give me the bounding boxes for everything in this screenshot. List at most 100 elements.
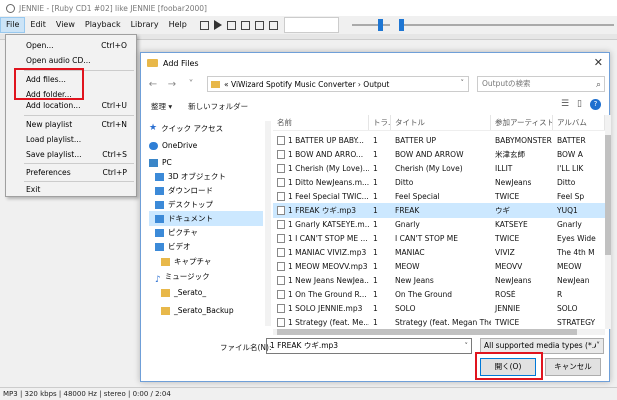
file-row[interactable]: 1 Cherish (My Love)... 1 Cherish (My Love)… xyxy=(273,161,605,176)
play-button[interactable] xyxy=(213,20,222,30)
column-header-album[interactable]: アルバム xyxy=(553,115,605,130)
volume-slider-thumb[interactable] xyxy=(378,19,383,31)
file-artist: BABYMONSTER xyxy=(495,136,552,146)
organize-button[interactable]: 整理 ▾ xyxy=(151,101,172,112)
menu-item-exit[interactable]: Exit xyxy=(7,182,135,197)
file-row[interactable]: 1 Feel Special TWIC... 1 Feel Special TWICE… xyxy=(273,189,605,204)
file-row[interactable]: 1 Ditto NewJeans.m... 1 Ditto NewJeans Ditto xyxy=(273,175,605,190)
pause-button[interactable] xyxy=(226,20,236,30)
nav-item-desktop[interactable]: デスクトップ xyxy=(155,197,263,212)
file-row[interactable]: 1 SOLO JENNIE.mp3 1 SOLO JENNIE SOLO xyxy=(273,301,605,316)
file-row[interactable]: 1 MANIAC VIVIZ.mp3 1 MANIAC VIVIZ The 4th M xyxy=(273,245,605,260)
seek-slider-thumb[interactable] xyxy=(399,19,404,31)
file-track: 1 xyxy=(373,276,378,286)
nav-item-onedrive[interactable]: OneDrive xyxy=(149,138,263,153)
chevron-down-icon[interactable]: ˅ xyxy=(461,79,465,87)
column-header-artist[interactable]: 参加アーティスト xyxy=(491,115,553,130)
address-bar[interactable]: « ViWizard Spotify Music Converter › Out… xyxy=(207,76,469,92)
file-title: New Jeans xyxy=(395,276,434,286)
previous-button[interactable] xyxy=(240,20,250,30)
file-row[interactable]: 1 BATTER UP BABY... 1 BATTER UP BABYMONSTER… xyxy=(273,133,605,148)
playback-order-box[interactable] xyxy=(283,17,339,33)
stop-button[interactable] xyxy=(199,20,209,30)
menu-item-new-playlist[interactable]: New playlist Ctrl+N xyxy=(7,117,135,132)
next-button[interactable] xyxy=(254,20,264,30)
file-album: The 4th M xyxy=(557,248,595,258)
column-header-name[interactable]: 名前 xyxy=(273,115,369,130)
file-name-text: 1 Strategy (feat. Me... xyxy=(288,318,369,328)
file-title: BOW AND ARROW xyxy=(395,150,464,160)
chevron-down-icon[interactable]: ˅ xyxy=(184,79,198,90)
file-name: 1 Feel Special TWIC... xyxy=(273,192,369,202)
menu-item-save-playlist[interactable]: Save playlist... Ctrl+S xyxy=(7,147,135,162)
menu-playback[interactable]: Playback xyxy=(80,17,126,33)
foobar-app-icon xyxy=(6,3,15,13)
nav-item-3d-objects[interactable]: 3D オブジェクト xyxy=(155,169,263,184)
file-row[interactable]: 1 BOW AND ARRO... 1 BOW AND ARROW 米津玄師 BOW A xyxy=(273,147,605,162)
nav-item-music[interactable]: ♪ ミュージック xyxy=(155,269,263,285)
file-row[interactable]: 1 I CAN'T STOP ME ... 1 I CAN'T STOP ME TWI… xyxy=(273,231,605,246)
menu-file[interactable]: File xyxy=(0,17,26,33)
file-list-vertical-scrollbar[interactable] xyxy=(605,115,611,329)
nav-item-serato-backup[interactable]: _Serato_Backup xyxy=(161,303,263,318)
file-row[interactable]: 1 New Jeans NewJea... 1 New Jeans NewJeans N… xyxy=(273,273,605,288)
volume-track[interactable] xyxy=(352,24,390,26)
folder-icon xyxy=(161,306,170,315)
file-list-horizontal-scrollbar[interactable] xyxy=(273,329,605,335)
column-header-title[interactable]: タイトル xyxy=(391,115,491,130)
back-arrow-icon[interactable]: ← xyxy=(146,79,160,90)
nav-item-label: ピクチャ xyxy=(168,228,198,237)
file-title: Ditto xyxy=(395,178,414,188)
file-row[interactable]: 1 MEOW MEOVV.mp3 1 MEOW MEOVV MEOW xyxy=(273,259,605,274)
audio-file-icon xyxy=(277,206,285,216)
navigation-pane: ★ クイック アクセス OneDrive PC 3D オブジェクト ダウンロード … xyxy=(141,121,265,326)
nav-item-videos[interactable]: ビデオ xyxy=(155,239,263,254)
menu-item-open[interactable]: Open... Ctrl+O xyxy=(7,38,135,53)
menu-item-shortcut xyxy=(127,72,135,87)
menu-item-load-playlist[interactable]: Load playlist... xyxy=(7,132,135,147)
nav-item-downloads[interactable]: ダウンロード xyxy=(155,183,263,198)
column-header-track[interactable]: トラ... xyxy=(369,115,391,130)
menu-library[interactable]: Library xyxy=(126,17,164,33)
menu-item-preferences[interactable]: Preferences Ctrl+P xyxy=(7,165,135,180)
preview-pane-icon[interactable]: ▯ xyxy=(577,99,582,110)
file-row[interactable]: 1 FREAK ウギ.mp3 1 FREAK ウギ YUQ1 xyxy=(273,203,605,219)
nav-item-documents[interactable]: ドキュメント xyxy=(149,211,263,226)
random-button[interactable] xyxy=(268,20,278,30)
dialog-titlebar: Add Files xyxy=(141,53,609,73)
nav-item-label: デスクトップ xyxy=(168,200,213,209)
menu-help[interactable]: Help xyxy=(164,17,192,33)
nav-item-quick-access[interactable]: ★ クイック アクセス xyxy=(149,121,263,136)
audio-file-icon xyxy=(277,192,285,202)
menu-edit[interactable]: Edit xyxy=(25,17,51,33)
file-row[interactable]: 1 On The Ground R... 1 On The Ground ROSÉ R xyxy=(273,287,605,302)
view-options-icon[interactable]: ☰ xyxy=(561,99,569,110)
forward-arrow-icon[interactable]: → xyxy=(165,79,179,90)
cancel-button[interactable]: キャンセル xyxy=(545,358,601,376)
nav-item-pictures[interactable]: ピクチャ xyxy=(155,225,263,240)
file-title: Cherish (My Love) xyxy=(395,164,463,174)
nav-item-pc[interactable]: PC xyxy=(149,155,263,170)
new-folder-button[interactable]: 新しいフォルダー xyxy=(188,101,248,112)
file-row[interactable]: 1 Gnarly KATSEYE.m... 1 Gnarly KATSEYE Gnarl… xyxy=(273,217,605,232)
scrollbar-thumb[interactable] xyxy=(277,329,577,335)
scrollbar-thumb[interactable] xyxy=(605,135,611,255)
nav-item-capture[interactable]: キャプチャ xyxy=(161,254,263,269)
menu-view[interactable]: View xyxy=(51,17,80,33)
navigation-scrollbar[interactable] xyxy=(265,121,271,326)
file-track: 1 xyxy=(373,192,378,202)
file-row[interactable]: 1 Strategy (feat. Me... 1 Strategy (feat. … xyxy=(273,315,605,329)
seek-track[interactable] xyxy=(402,24,614,26)
video-icon xyxy=(155,242,164,251)
folder-icon xyxy=(161,288,170,297)
menu-item-shortcut xyxy=(127,182,135,197)
menu-item-open-audio-cd[interactable]: Open audio CD... xyxy=(7,53,135,68)
close-icon[interactable]: ✕ xyxy=(594,56,603,69)
chevron-down-icon[interactable]: ˅ xyxy=(465,339,469,353)
nav-item-serato[interactable]: _Serato_ xyxy=(161,285,263,300)
search-input[interactable]: Outputの検索 ⌕ xyxy=(477,76,605,92)
menu-item-add-location[interactable]: Add location... Ctrl+U xyxy=(7,98,135,113)
file-artist: VIVIZ xyxy=(495,248,515,258)
filename-input[interactable]: 1 FREAK ウギ.mp3 ˅ xyxy=(266,338,472,354)
help-icon[interactable]: ? xyxy=(590,99,601,110)
